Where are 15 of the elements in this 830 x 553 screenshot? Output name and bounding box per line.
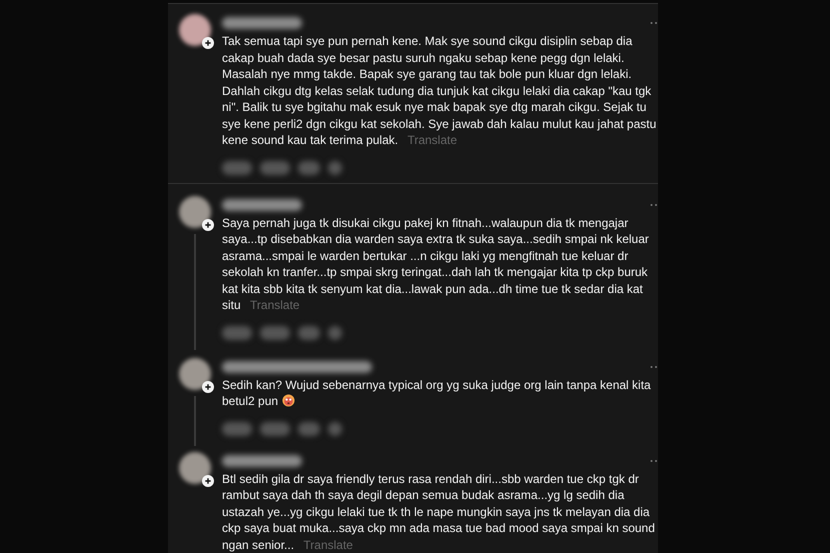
comment-text: Sedih kan? Wujud sebenarnya typical org yg suka judge org lain tanpa kenal kita betul2 pun — [222, 376, 652, 410]
comment-text: Saya pernah juga tk disukai cikgu pakej kn fitnah...walaupun dia tk mengajar saya...tp disebabkan dia warden saya extra tk suka saya...sedih smpai nk keluar asrama...smpai le warden bertukar ...n cikgu laki yg mengfitnah tue keluar dr sekolah kn tranfer...tp smpai skrg teringat...dah lah tk mengajar kita tp ckp buruk kat kita sbb kita tk senyum kat dia...lawak pun ada...dh time tue tk sedar dia kat situ Translate — [222, 214, 650, 314]
comment-text: Tak semua tapi sye pun pernah kene. Mak sye sound cikgu disiplin sebap dia cakap buah dada sye besar pastu suruh ngaku sebap kene pegg dgn lelaki. Masalah nye mmg takde. Bapak sye garang tau tak bole pun kluar dgn lelaki. Dahlah cikgu dtg kelas selak tudung dia tunjuk kat cikgu lelaki dia cakap "kau tgk ni". Balik tu sye bgitahu mak esuk nye mak bapak sye dtg marah cikgu. Sejak tu sye kene perli2 dgn cikgu kat sekolah. Sye jawab dah kalau mulut kau jahat pastu kene sound kau tak terima pulak. Translate — [222, 33, 658, 148]
follow-plus-icon[interactable] — [202, 474, 214, 486]
avatar[interactable] — [179, 358, 211, 390]
follow-plus-icon[interactable] — [202, 218, 214, 230]
translate-link[interactable]: Translate — [303, 538, 353, 552]
translate-link[interactable]: Translate — [407, 133, 458, 147]
translate-link[interactable]: Translate — [250, 298, 300, 312]
avatar[interactable] — [179, 14, 211, 46]
comment-text: Btl sedih gila dr saya friendly terus rasa rendah diri...sbb warden tue ckp tgk dr rambut saya dah th saya degil depan semua budak asrama...yg lg sedih dia ustazah ye...yg cikgu lelaki tue tk th le nape mungkin saya jns tk melayan dia dia ckp saya buat muka...saya ckp mn ada masa tue bad mood saya smpai kn sound ngan senior... Translate — [222, 470, 656, 553]
avatar[interactable] — [179, 452, 211, 484]
follow-plus-icon[interactable] — [202, 37, 214, 49]
follow-plus-icon[interactable] — [202, 380, 214, 392]
avatar[interactable] — [179, 196, 211, 228]
